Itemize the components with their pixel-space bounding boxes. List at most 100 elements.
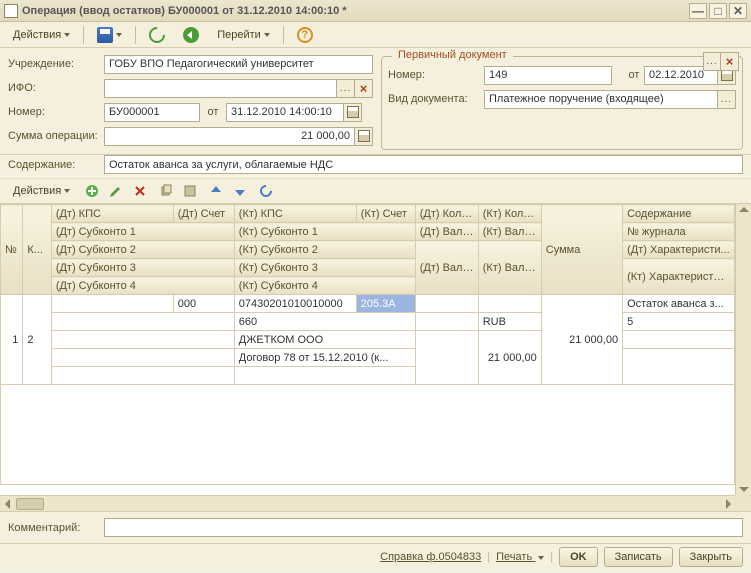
grid-delete-button[interactable]	[129, 181, 151, 201]
grid-actions-label: Действия	[13, 185, 61, 197]
table-row[interactable]: 1 2 000 07430201010010000 205.3А 21 000,…	[1, 295, 735, 313]
pd-from-label: от	[624, 69, 644, 81]
cell-kt-sub2: ДЖЕТКОМ ООО	[234, 331, 415, 349]
vertical-scrollbar[interactable]	[735, 204, 751, 495]
chevron-down-icon	[64, 33, 70, 37]
grid-copy-button[interactable]	[155, 181, 177, 201]
col-dt-har[interactable]: (Дт) Характеристи...	[623, 241, 735, 259]
nav-back-button[interactable]	[176, 25, 206, 45]
scroll-left-icon[interactable]	[0, 497, 14, 511]
window-buttons: — □ ✕	[689, 3, 747, 19]
grid-refresh-button[interactable]	[255, 181, 277, 201]
sum-input[interactable]: 21 000,00	[104, 127, 355, 146]
col-dt-schet[interactable]: (Дт) Счет	[173, 205, 234, 223]
col-kt-sub4[interactable]: (Кт) Субконто 4	[234, 277, 415, 295]
col-summa[interactable]: Сумма	[541, 205, 622, 295]
save-button[interactable]	[90, 25, 129, 45]
org-lookup-button[interactable]	[703, 52, 721, 71]
chevron-down-icon	[538, 556, 544, 560]
col-kt-har[interactable]: (Кт) Характеристики движения	[623, 259, 735, 295]
from-label: от	[200, 106, 226, 118]
col-kt-kps[interactable]: (Кт) КПС	[234, 205, 356, 223]
cell-kt-val: RUB	[478, 313, 541, 331]
date-input[interactable]: 31.12.2010 14:00:10	[226, 103, 344, 122]
actions-menu[interactable]: Действия	[6, 25, 77, 45]
maximize-button[interactable]: □	[709, 3, 727, 19]
primary-doc-group: Первичный документ Номер: 149 от 02.12.2…	[381, 56, 743, 150]
col-k[interactable]: К...	[23, 205, 51, 295]
org-label: Учреждение:	[8, 58, 104, 70]
grid-move-down-button[interactable]	[229, 181, 251, 201]
horizontal-scrollbar[interactable]	[0, 495, 735, 511]
cell-kt-sub1: 660	[234, 313, 415, 331]
col-kt-sub2[interactable]: (Кт) Субконто 2	[234, 241, 415, 259]
num-input[interactable]: БУ000001	[104, 103, 200, 122]
pd-num-label: Номер:	[388, 69, 484, 81]
grid-paste-button[interactable]	[179, 181, 201, 201]
grid-table: № К... (Дт) КПС (Дт) Счет (Кт) КПС (Кт) …	[0, 204, 735, 485]
col-dt-sub4[interactable]: (Дт) Субконто 4	[51, 277, 234, 295]
write-button[interactable]: Записать	[604, 547, 673, 567]
col-kt-sub1[interactable]: (Кт) Субконто 1	[234, 223, 415, 241]
help-button[interactable]: ?	[290, 25, 320, 45]
date-calendar-button[interactable]	[344, 103, 362, 122]
go-menu[interactable]: Перейти	[210, 25, 277, 45]
sum-calc-button[interactable]	[355, 127, 373, 146]
spravka-link[interactable]: Справка ф.0504833	[380, 551, 481, 563]
col-n-zh[interactable]: № журнала	[623, 223, 735, 241]
refresh-button[interactable]	[142, 25, 172, 45]
close-button-footer[interactable]: Закрыть	[679, 547, 743, 567]
col-dt-kol[interactable]: (Дт) Коли...	[415, 205, 478, 223]
col-dt-sub3[interactable]: (Дт) Субконто 3	[51, 259, 234, 277]
scroll-right-icon[interactable]	[721, 497, 735, 511]
grid-actions-menu[interactable]: Действия	[6, 181, 77, 201]
close-button[interactable]: ✕	[729, 3, 747, 19]
cell-dt-schet: 000	[173, 295, 234, 313]
org-clear-button[interactable]	[721, 52, 739, 71]
col-dt-val[interactable]: (Дт) Валю...	[415, 223, 478, 241]
scroll-thumb[interactable]	[16, 498, 44, 510]
col-kt-sub3[interactable]: (Кт) Субконто 3	[234, 259, 415, 277]
ifo-input[interactable]	[104, 79, 337, 98]
cell-kt-schet[interactable]: 205.3А	[356, 295, 415, 313]
col-dt-sub2[interactable]: (Дт) Субконто 2	[51, 241, 234, 259]
table-row[interactable]: 660 RUB 5	[1, 313, 735, 331]
titlebar: Операция (ввод остатков) БУ000001 от 31.…	[0, 0, 751, 22]
content-input[interactable]: Остаток аванса за услуги, облагаемые НДС	[104, 155, 743, 174]
col-kt-kol[interactable]: (Кт) Колич...	[478, 205, 541, 223]
grid-edit-button[interactable]	[105, 181, 127, 201]
cell-k: 2	[23, 295, 51, 385]
ifo-label: ИФО:	[8, 82, 104, 94]
minimize-button[interactable]: —	[689, 3, 707, 19]
col-soderzh[interactable]: Содержание	[623, 205, 735, 223]
grid-add-button[interactable]	[81, 181, 103, 201]
grid-scroll[interactable]: № К... (Дт) КПС (Дт) Счет (Кт) КПС (Кт) …	[0, 204, 735, 495]
cell-kt-kps: 07430201010010000	[234, 295, 356, 313]
refresh-icon	[146, 23, 169, 46]
ifo-lookup-button[interactable]	[337, 79, 355, 98]
pd-kind-input[interactable]: Платежное поручение (входящее)	[484, 90, 718, 109]
col-dt-kps[interactable]: (Дт) КПС	[51, 205, 173, 223]
grid-toolbar: Действия	[0, 178, 751, 204]
cell-kt-sub3: Договор 78 от 15.12.2010 (к...	[234, 349, 415, 367]
pd-kind-lookup-button[interactable]	[718, 90, 736, 109]
col-dt-vs[interactable]: (Дт) Вал. сумма	[415, 241, 478, 295]
ifo-clear-button[interactable]	[355, 79, 373, 98]
table-row[interactable]: ДЖЕТКОМ ООО 21 000,00	[1, 331, 735, 349]
comment-input[interactable]	[104, 518, 743, 537]
col-n[interactable]: №	[1, 205, 23, 295]
col-dt-sub1[interactable]: (Дт) Субконто 1	[51, 223, 234, 241]
grid-move-up-button[interactable]	[205, 181, 227, 201]
pd-num-input[interactable]: 149	[484, 66, 612, 85]
col-kt-schet[interactable]: (Кт) Счет	[356, 205, 415, 223]
org-input[interactable]: ГОБУ ВПО Педагогический университет	[104, 55, 373, 74]
cell-n-zh: 5	[623, 313, 735, 331]
print-link[interactable]: Печать	[496, 551, 544, 563]
ok-button[interactable]: OK	[559, 547, 598, 567]
document-icon	[4, 4, 18, 18]
table-row[interactable]: Договор 78 от 15.12.2010 (к...	[1, 349, 735, 367]
col-kt-val[interactable]: (Кт) Валюта	[478, 223, 541, 241]
chevron-down-icon	[264, 33, 270, 37]
sum-label: Сумма операции:	[8, 130, 104, 142]
col-kt-vs[interactable]: (Кт) Вал. сумма	[478, 241, 541, 295]
